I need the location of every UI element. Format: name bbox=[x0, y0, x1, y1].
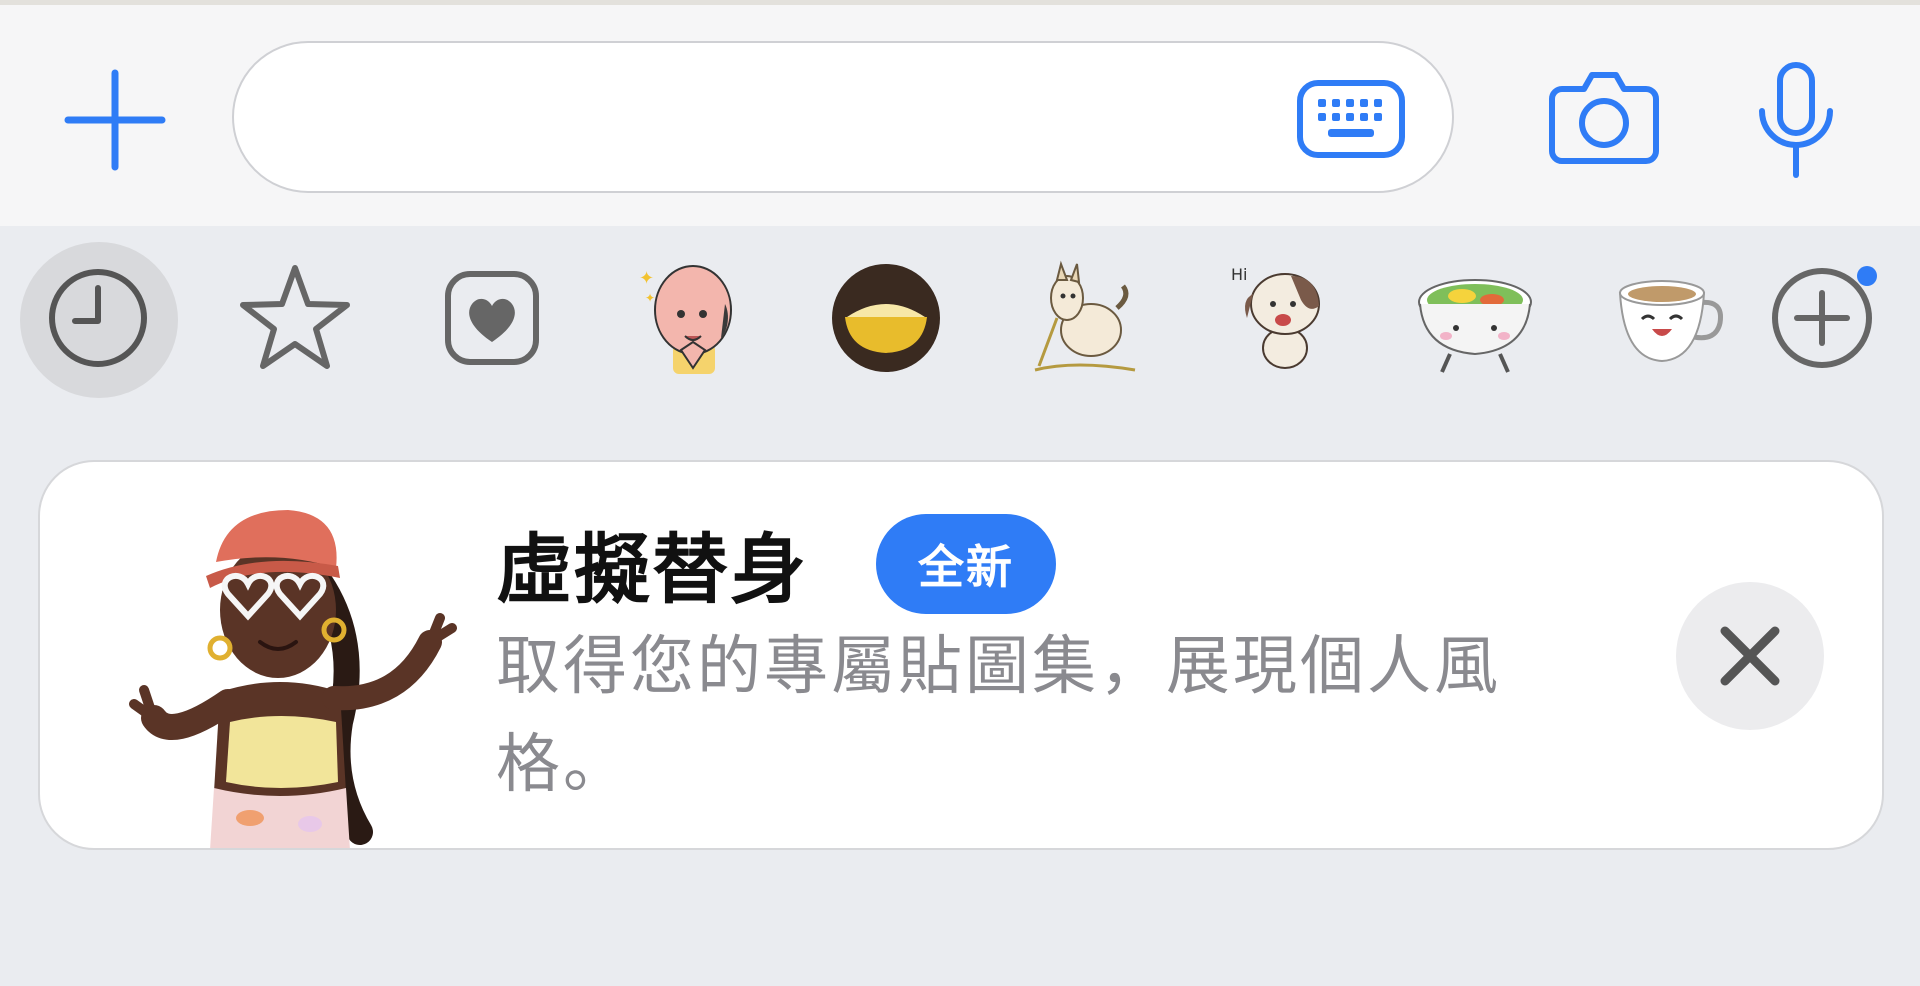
sticker-dog-leash[interactable] bbox=[1016, 248, 1156, 388]
heart-icon[interactable] bbox=[422, 248, 562, 388]
microphone-icon[interactable] bbox=[1754, 61, 1838, 181]
banner-description: 取得您的專屬貼圖集，展現個人風格。 bbox=[496, 630, 1501, 802]
new-badge: 全新 bbox=[876, 514, 1056, 614]
avatar-illustration bbox=[110, 492, 470, 848]
sticker-hi-text: Hi bbox=[1231, 265, 1247, 284]
recent-icon[interactable] bbox=[20, 242, 178, 398]
sticker-bibimbap[interactable] bbox=[1405, 248, 1545, 388]
camera-icon[interactable] bbox=[1548, 65, 1660, 169]
svg-text:✦: ✦ bbox=[639, 268, 654, 289]
message-text-field[interactable] bbox=[232, 41, 1454, 193]
sticker-bald-man[interactable]: ✦ ✦ bbox=[622, 248, 762, 388]
sticker-coffee-cup[interactable] bbox=[1602, 248, 1742, 388]
svg-text:✦: ✦ bbox=[645, 291, 655, 305]
banner-title: 虛擬替身 bbox=[496, 525, 808, 614]
star-icon[interactable] bbox=[225, 248, 365, 388]
notification-dot bbox=[1857, 266, 1877, 286]
avatar-promo-banner[interactable]: 虛擬替身 全新 取得您的專屬貼圖集，展現個人風格。 bbox=[38, 460, 1884, 850]
keyboard-icon[interactable] bbox=[1296, 79, 1406, 159]
message-input-bar bbox=[0, 5, 1920, 226]
close-icon bbox=[1720, 626, 1780, 686]
sticker-tray: ✦ ✦ Hi bbox=[0, 226, 1920, 406]
plus-icon[interactable] bbox=[62, 67, 168, 173]
sticker-rice-bowl[interactable] bbox=[816, 248, 956, 388]
close-button[interactable] bbox=[1676, 582, 1824, 730]
sticker-dog-hi[interactable]: Hi bbox=[1212, 248, 1352, 388]
